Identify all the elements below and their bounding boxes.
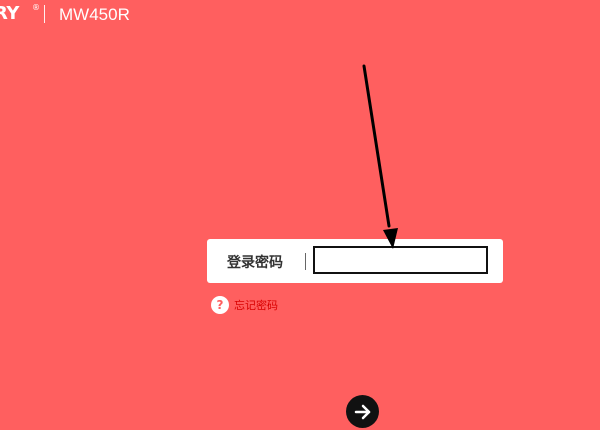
brand-logo: RY	[0, 3, 19, 24]
question-mark-icon: ?	[211, 296, 229, 314]
forgot-password-link[interactable]: ? 忘记密码	[211, 296, 278, 314]
arrow-right-icon	[354, 404, 370, 419]
login-box: 登录密码	[207, 239, 503, 283]
password-input[interactable]	[313, 246, 488, 274]
password-label: 登录密码	[227, 255, 283, 271]
annotation-arrow-shaft	[362, 64, 391, 228]
annotation-arrow	[362, 64, 398, 249]
login-submit-button[interactable]	[346, 395, 379, 428]
model-name: MW450R	[59, 5, 130, 24]
registered-mark: ®	[32, 3, 40, 12]
forgot-password-label: 忘记密码	[234, 299, 278, 312]
field-separator	[305, 253, 306, 270]
header-divider	[44, 5, 45, 23]
